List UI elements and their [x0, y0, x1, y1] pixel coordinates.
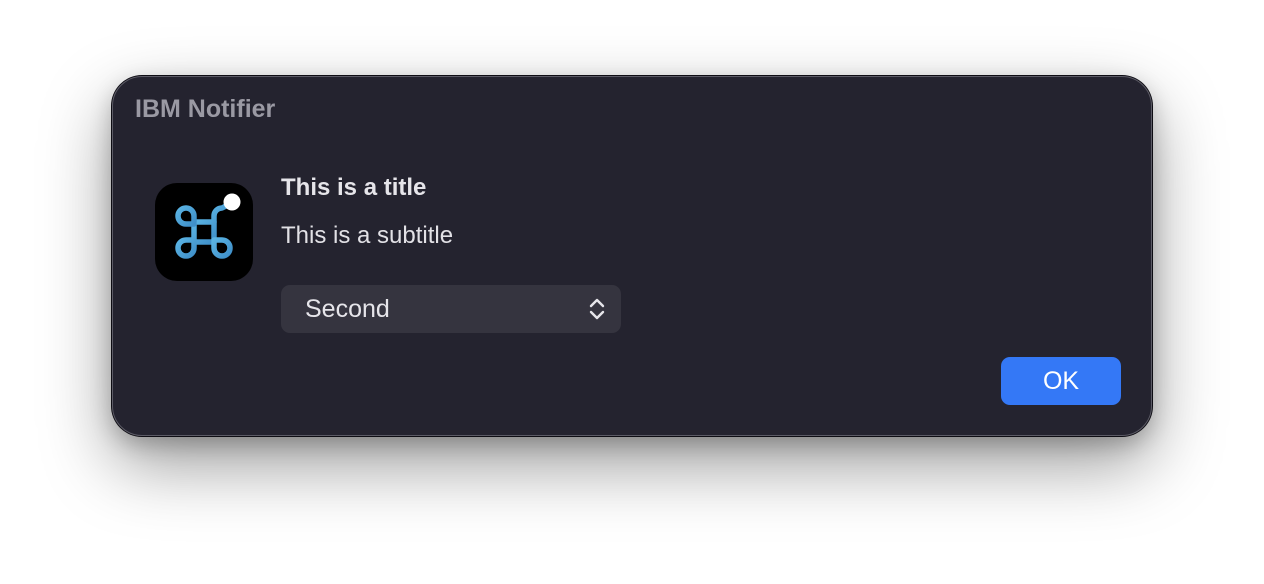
ok-button[interactable]: OK: [1001, 357, 1121, 405]
desktop-background: IBM Notifier This is a title This is a s…: [0, 0, 1264, 584]
notification-badge-icon: [223, 193, 241, 211]
message-subtitle: This is a subtitle: [281, 222, 454, 249]
up-down-chevrons-icon: [589, 298, 605, 320]
popup-selected-value: Second: [305, 295, 390, 323]
message-title: This is a title: [281, 174, 427, 201]
notifier-dialog: IBM Notifier This is a title This is a s…: [112, 76, 1152, 436]
window-title: IBM Notifier: [135, 95, 276, 123]
popup-selector[interactable]: Second: [281, 285, 621, 333]
app-icon: [155, 183, 253, 281]
